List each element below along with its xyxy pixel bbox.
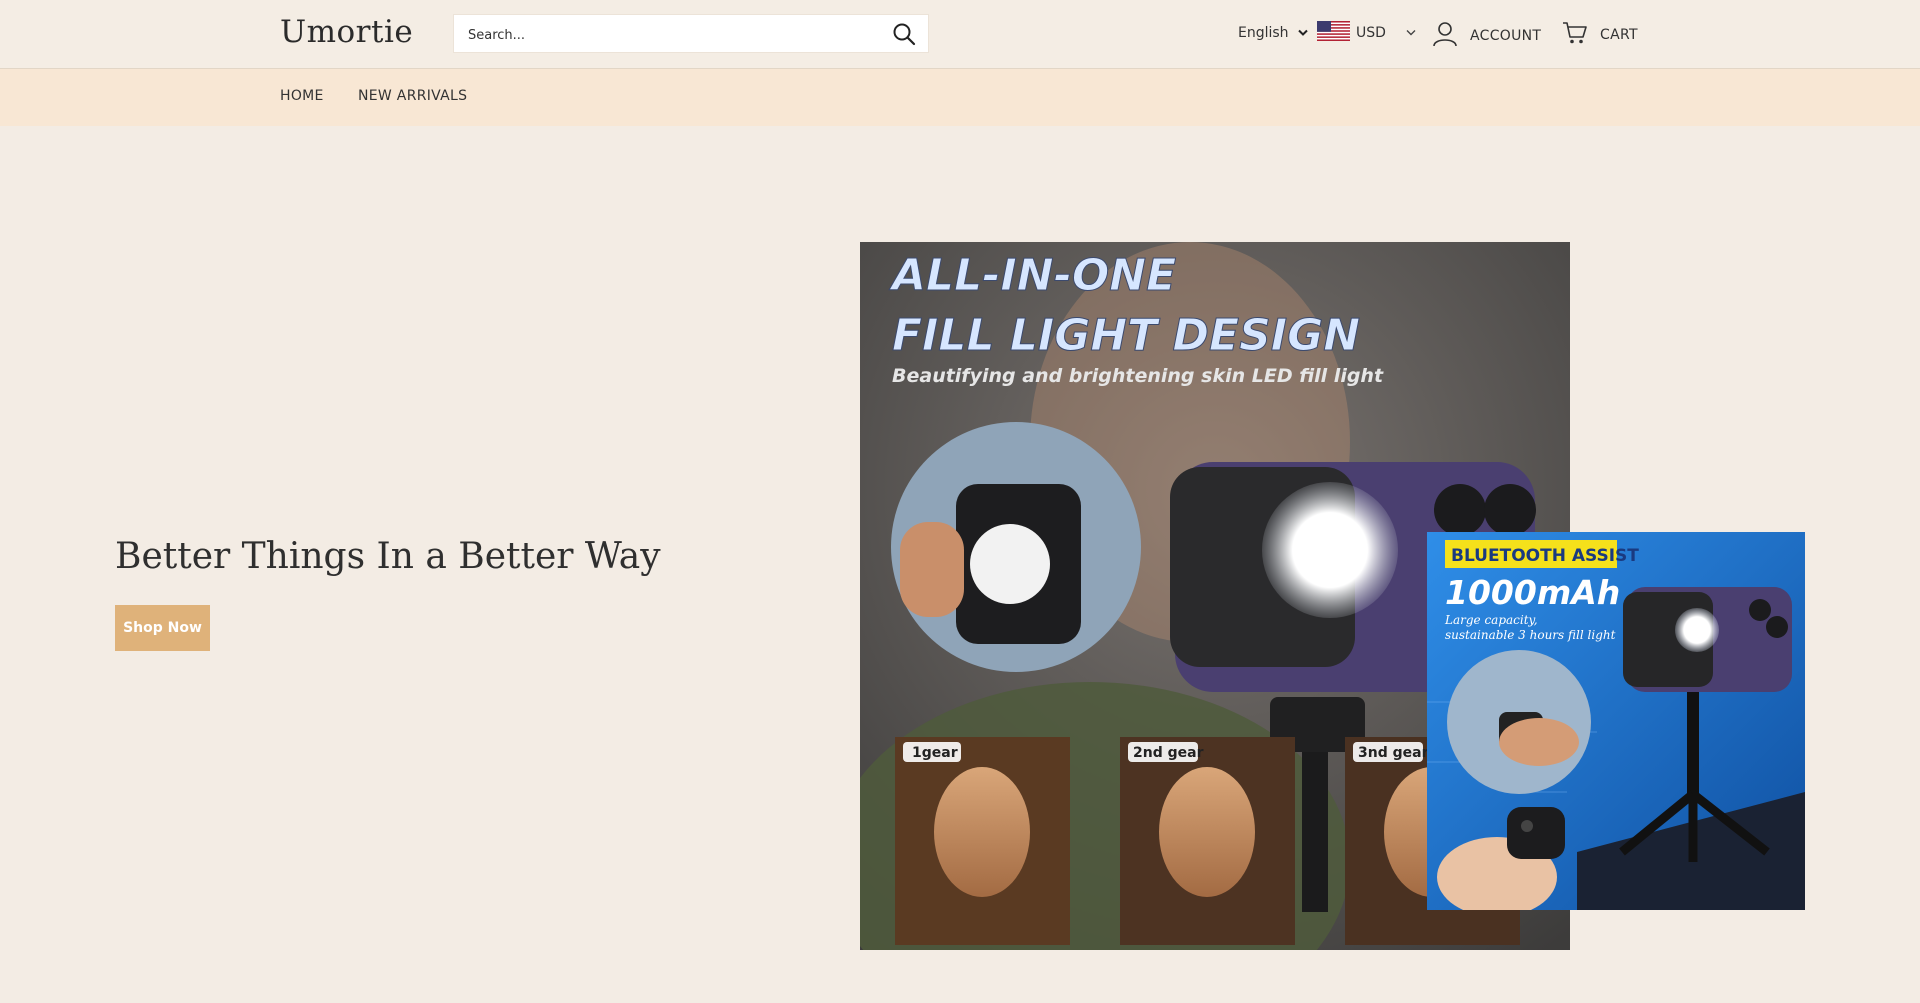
chevron-down-icon [1406,25,1416,41]
gear-label-3: 3nd gear [1358,745,1429,761]
account-label: ACCOUNT [1470,28,1542,44]
hero-title: Better Things In a Better Way [115,536,661,577]
secondary-product-image[interactable]: BLUETOOTH ASSIST 1000mAh Large capacity,… [1427,532,1805,910]
shop-now-button[interactable]: Shop Now [115,605,210,651]
promo-subheadline: Beautifying and brightening skin LED fil… [892,365,1384,387]
top-header: Umortie English [0,0,1920,69]
cart-link[interactable]: CART [1562,21,1638,49]
language-selector[interactable]: English [1238,25,1308,41]
capacity-label: 1000mAh [1445,573,1620,612]
gear-label-2: 2nd gear [1133,745,1204,761]
main-nav: HOME NEW ARRIVALS [0,69,1920,126]
promo-headline-line2: FILL LIGHT DESIGN [892,310,1360,361]
currency-label: USD [1356,25,1386,41]
account-link[interactable]: ACCOUNT [1432,21,1541,51]
bluetooth-promo-graphic: BLUETOOTH ASSIST 1000mAh Large capacity,… [1427,532,1805,910]
search-input[interactable] [466,24,870,46]
store-logo[interactable]: Umortie [280,14,413,50]
cart-icon [1562,21,1588,49]
bluetooth-badge: BLUETOOTH ASSIST [1451,546,1639,566]
caption-line2: sustainable 3 hours fill light [1445,628,1616,642]
search-box [453,14,929,53]
chevron-down-icon [1297,25,1308,41]
search-icon[interactable] [892,22,916,46]
promo-headline-line1: ALL-IN-ONE [889,250,1176,301]
us-flag-icon [1317,21,1350,45]
currency-selector[interactable]: USD [1317,21,1416,45]
nav-item-new-arrivals[interactable]: NEW ARRIVALS [358,88,467,104]
gear-label-1: 1gear [912,745,958,761]
language-label: English [1238,25,1289,41]
caption-line1: Large capacity, [1444,613,1538,627]
user-icon [1432,21,1458,51]
nav-item-home[interactable]: HOME [280,88,324,104]
cart-label: CART [1600,27,1638,43]
